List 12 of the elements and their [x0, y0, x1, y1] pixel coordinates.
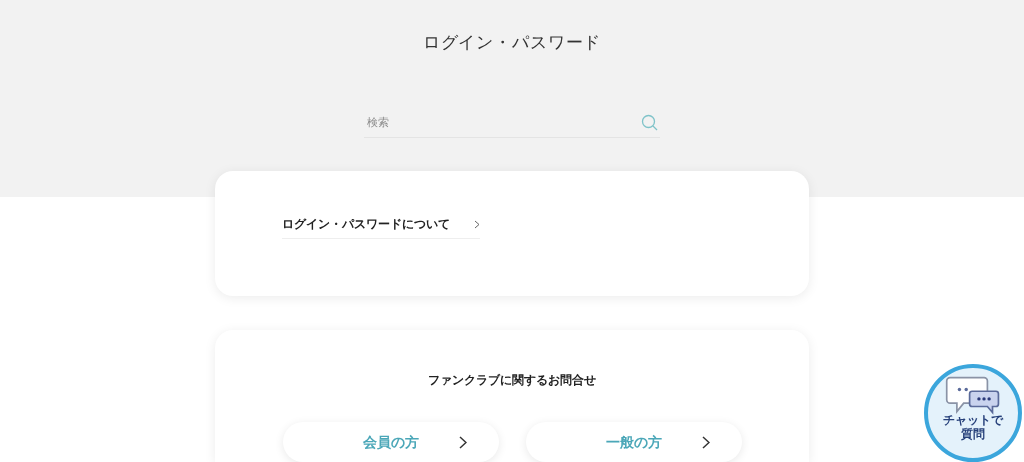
- info-link[interactable]: ログイン・パスワードについて: [282, 215, 480, 239]
- chat-label: 質問: [961, 427, 985, 441]
- page-title: ログイン・パスワード: [422, 31, 602, 54]
- section-heading: ファンクラブに関するお問合せ: [428, 372, 596, 389]
- chat-label: チャットで: [943, 413, 1003, 427]
- chevron-icon: [474, 219, 480, 229]
- chevron-icon: [701, 436, 710, 449]
- chat-bubbles-icon: [945, 376, 1001, 415]
- chevron-icon: [458, 436, 467, 449]
- search-field[interactable]: 検索: [364, 107, 660, 138]
- chat-button[interactable]: チャットで 質問: [924, 364, 1022, 462]
- search-icon[interactable]: [641, 113, 658, 131]
